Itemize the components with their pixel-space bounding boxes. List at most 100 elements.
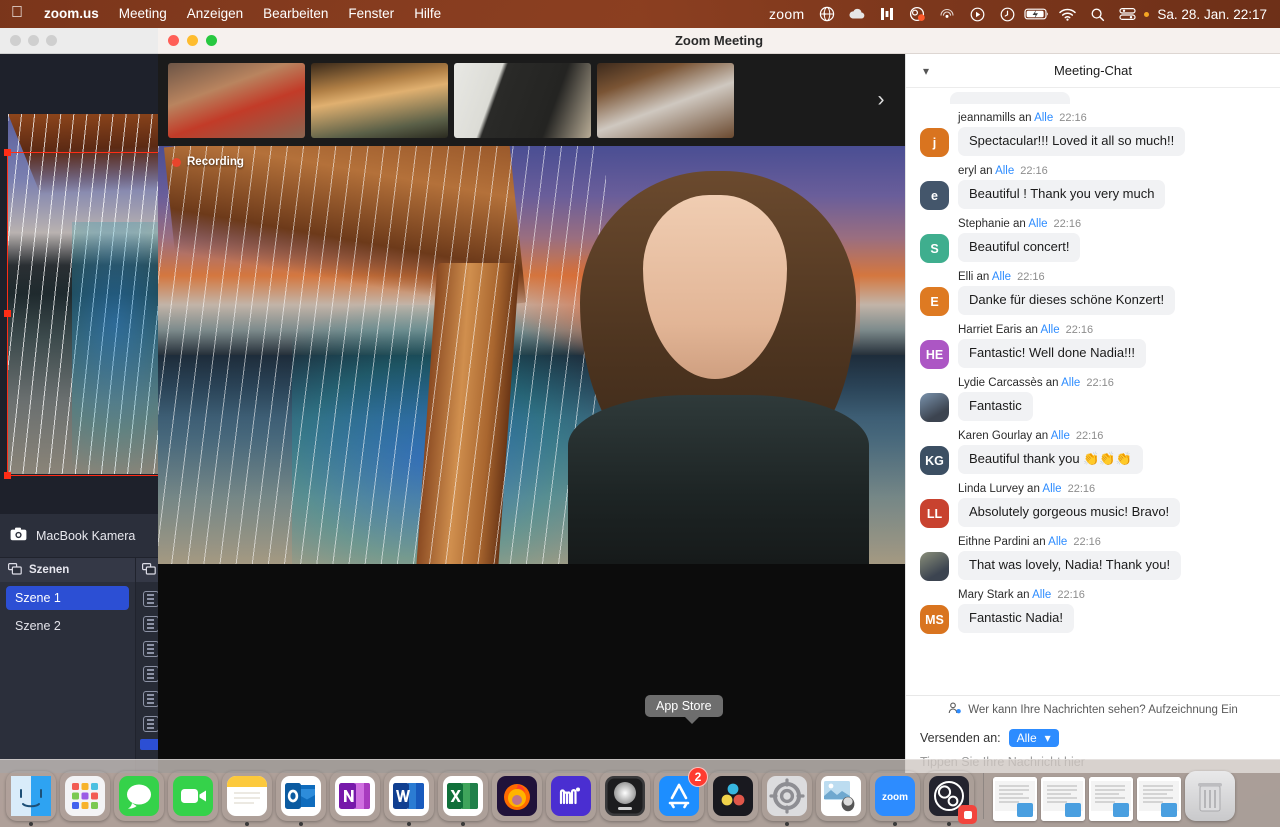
chat-message[interactable]: HE Harriet Earis an Alle 22:16 Fantastic! W… (906, 318, 1280, 371)
menubar-item-hilfe[interactable]: Hilfe (404, 0, 451, 28)
menubar-item-fenster[interactable]: Fenster (338, 0, 404, 28)
obs-source-icon-4[interactable] (142, 666, 159, 682)
dock-item-app-store[interactable]: 2 (654, 767, 708, 821)
dock-item-onenote[interactable] (330, 771, 380, 821)
dock-item-zoom[interactable]: zoom (870, 771, 920, 826)
record-dot-icon (172, 157, 181, 167)
chat-recipient[interactable]: Alle (1042, 483, 1061, 495)
zoom-meeting-window[interactable]: Zoom Meeting › Recording ▾ Meeting-Chat … (158, 28, 1280, 773)
chat-message[interactable]: LL Linda Lurvey an Alle 22:16 Absolutely go… (906, 477, 1280, 530)
chat-recipient[interactable]: Alle (1034, 112, 1053, 124)
dock-item-preview[interactable] (816, 771, 866, 821)
obs-scene-item-1[interactable]: Szene 1 (6, 586, 129, 610)
obs-source-camera-row[interactable]: MacBook Kamera (0, 514, 165, 558)
bars-icon[interactable] (872, 0, 902, 28)
obs-source-icon-3[interactable] (142, 641, 159, 657)
chat-recipient[interactable]: Alle (995, 165, 1014, 177)
active-speaker-video[interactable]: Recording (158, 146, 905, 773)
dock-item-davinci-resolve[interactable] (708, 771, 758, 821)
play-circle-icon[interactable] (962, 0, 992, 28)
onenote-icon (330, 771, 380, 821)
dock-running-indicator (785, 822, 789, 826)
chat-message-list[interactable]: j jeannamills an Alle 22:16 Spectacular!!! … (906, 88, 1280, 695)
dock-item-trash[interactable] (1185, 771, 1235, 821)
globe-icon[interactable] (812, 0, 842, 28)
obs-source-icon-6[interactable] (142, 716, 159, 732)
dock-item-outlook[interactable] (276, 771, 326, 826)
chat-recipient[interactable]: Alle (1040, 324, 1059, 336)
search-icon[interactable] (1082, 0, 1112, 28)
preview-icon (816, 771, 866, 821)
menubar-item-meeting[interactable]: Meeting (109, 0, 177, 28)
participant-thumb-2[interactable] (311, 62, 448, 138)
dock-item-obs[interactable] (924, 771, 977, 826)
chat-recipient[interactable]: Alle (1051, 430, 1070, 442)
menubar-app-name[interactable]: zoom.us (34, 0, 109, 28)
dock-minimized-window-3[interactable] (1089, 777, 1133, 821)
airplay-icon[interactable] (932, 0, 962, 28)
dock-item-system-settings[interactable] (762, 771, 812, 826)
chat-sender-name: Stephanie an (958, 218, 1029, 230)
chat-message[interactable]: e eryl an Alle 22:16 Beautiful ! Thank you … (906, 159, 1280, 212)
dock-item-excel[interactable] (438, 771, 488, 826)
dock-item-messages[interactable] (114, 771, 164, 821)
dock-item-notes[interactable] (222, 771, 272, 826)
obs-source-icon-5[interactable] (142, 691, 159, 707)
participant-thumb-1[interactable] (168, 62, 305, 138)
wifi-icon[interactable] (1052, 0, 1082, 28)
zoom-close-button[interactable] (168, 35, 179, 46)
chevron-right-icon[interactable]: › (867, 88, 895, 112)
dock-item-firefox[interactable] (492, 771, 542, 821)
clock-icon[interactable] (992, 0, 1022, 28)
zoom-zoom-button[interactable] (206, 35, 217, 46)
dock-minimized-window-1[interactable] (993, 777, 1037, 821)
chat-message[interactable]: E Elli an Alle 22:16 Danke für dieses schön… (906, 265, 1280, 318)
obs-preview-canvas[interactable] (0, 54, 165, 514)
chat-message[interactable]: Lydie Carcassès an Alle 22:16 Fantastic (906, 371, 1280, 424)
control-center-icon[interactable] (1112, 0, 1142, 28)
dock-item-musescore[interactable] (546, 771, 596, 821)
obs-studio-window[interactable]: MacBook Kamera Szenen Szene 1 Szene 2 (0, 28, 165, 773)
cloud-icon[interactable] (842, 0, 872, 28)
menubar-clock[interactable]: Sa. 28. Jan. 22:17 (1149, 7, 1271, 22)
chat-recipient[interactable]: Alle (1028, 218, 1047, 230)
avatar: KG (920, 446, 949, 475)
obs-source-icon-1[interactable] (142, 591, 159, 607)
chat-message[interactable]: j jeannamills an Alle 22:16 Spectacular!!! … (906, 106, 1280, 159)
participant-thumb-3[interactable] (454, 62, 591, 138)
chat-recipient[interactable]: Alle (1032, 589, 1051, 601)
menubar-item-anzeigen[interactable]: Anzeigen (177, 0, 253, 28)
chat-message[interactable]: MS Mary Stark an Alle 22:16 Fantastic Nadia… (906, 583, 1280, 636)
dock-item-logic-pro[interactable] (600, 771, 650, 821)
chat-message-body: Mary Stark an Alle 22:16 Fantastic Nadia! (958, 589, 1085, 633)
dock-item-word[interactable] (384, 771, 434, 826)
obs-zoom-button[interactable] (46, 35, 57, 46)
apple-logo-icon[interactable]:  (0, 5, 34, 23)
battery-charging-icon[interactable] (1022, 0, 1052, 28)
obs-source-icon-2[interactable] (142, 616, 159, 632)
chat-message[interactable]: KG Karen Gourlay an Alle 22:16 Beautiful th… (906, 424, 1280, 477)
dock-item-finder[interactable] (6, 771, 56, 826)
chat-message[interactable]: Eithne Pardini an Alle 22:16 That was love… (906, 530, 1280, 583)
obs-minimize-button[interactable] (28, 35, 39, 46)
obs-record-icon[interactable] (902, 0, 932, 28)
zoom-minimize-button[interactable] (187, 35, 198, 46)
participant-thumb-4[interactable] (597, 62, 734, 138)
chevron-down-icon[interactable]: ▾ (906, 64, 946, 78)
menubar-item-bearbeiten[interactable]: Bearbeiten (253, 0, 338, 28)
dock-item-facetime[interactable] (168, 771, 218, 821)
dock-minimized-window-2[interactable] (1041, 777, 1085, 821)
chat-privacy-notice[interactable]: Wer kann Ihre Nachrichten sehen? Aufzeic… (906, 695, 1280, 723)
chat-recipient[interactable]: Alle (992, 271, 1011, 283)
dock-minimized-window-4[interactable] (1137, 777, 1181, 821)
send-to-dropdown[interactable]: Alle ▾ (1008, 729, 1059, 747)
obs-close-button[interactable] (10, 35, 21, 46)
obs-scene-item-2[interactable]: Szene 2 (6, 614, 129, 638)
chat-recipient[interactable]: Alle (1048, 536, 1067, 548)
recording-indicator[interactable]: Recording (172, 156, 244, 168)
chat-recipient[interactable]: Alle (1061, 377, 1080, 389)
chat-message[interactable]: S Stephanie an Alle 22:16 Beautiful concert… (906, 212, 1280, 265)
avatar: S (920, 234, 949, 263)
menubar-zoom-status[interactable]: zoom (765, 6, 812, 22)
dock-item-launchpad[interactable] (60, 771, 110, 821)
